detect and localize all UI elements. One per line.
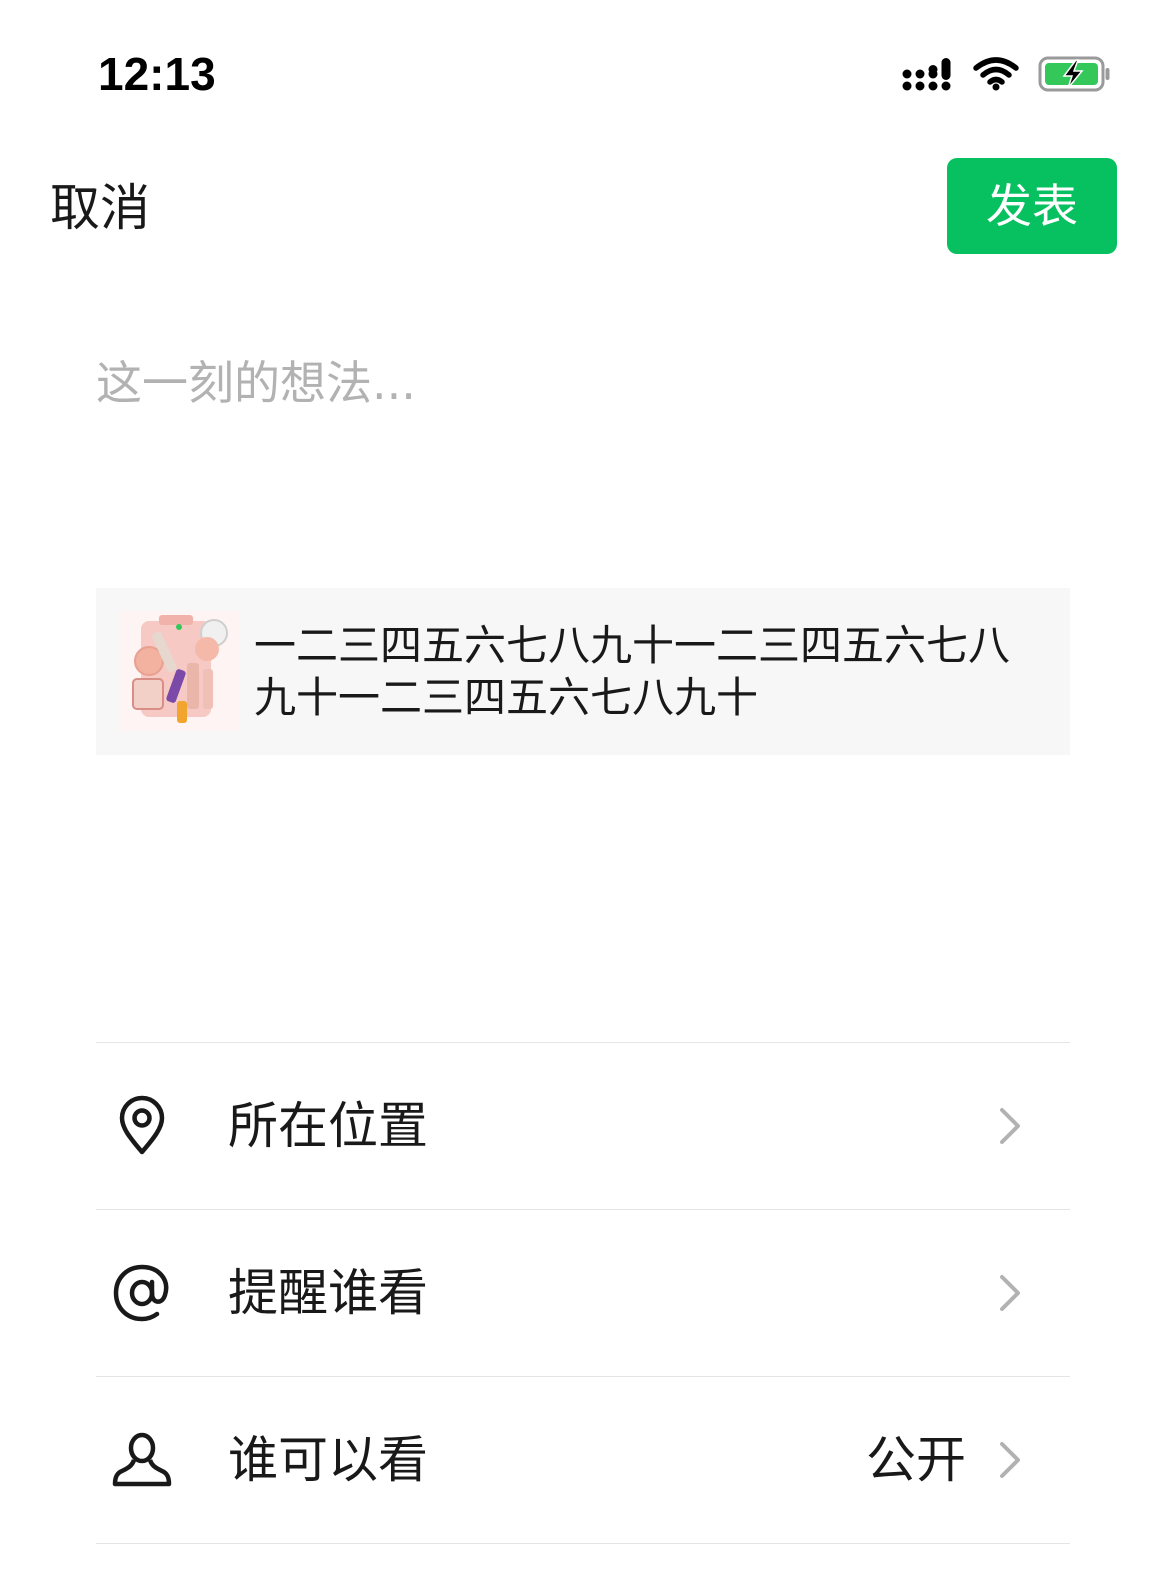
person-icon: [112, 1432, 172, 1487]
cosmetics-product-image: [119, 611, 239, 731]
option-mention-label: 提醒谁看: [228, 1264, 428, 1322]
status-icons: [902, 52, 1112, 96]
chevron-right-icon: [1000, 1108, 1020, 1144]
location-pin-icon: [119, 1095, 165, 1155]
chevron-right-icon: [1000, 1275, 1020, 1311]
at-sign-icon: [113, 1264, 169, 1322]
link-thumbnail: [119, 611, 239, 731]
option-visibility-label: 谁可以看: [228, 1431, 428, 1489]
status-bar: 12:13: [0, 0, 1170, 130]
options-list: 所在位置 提醒谁看 谁可以看 公开: [96, 1042, 1070, 1544]
option-mention[interactable]: 提醒谁看: [96, 1210, 1070, 1377]
status-time: 12:13: [98, 48, 216, 100]
option-visibility[interactable]: 谁可以看 公开: [96, 1377, 1070, 1544]
wifi-icon: [973, 57, 1019, 91]
moment-text-input[interactable]: [96, 348, 1066, 568]
publish-button[interactable]: 发表: [947, 158, 1117, 254]
option-location-label: 所在位置: [228, 1097, 428, 1155]
shared-link-card[interactable]: 一二三四五六七八九十一二三四五六七八九十一二三四五六七八九十: [96, 588, 1070, 755]
battery-charging-icon: [1038, 56, 1110, 92]
cancel-button[interactable]: 取消: [50, 176, 150, 240]
option-location[interactable]: 所在位置: [96, 1043, 1070, 1210]
option-visibility-value: 公开: [866, 1431, 966, 1489]
link-title: 一二三四五六七八九十一二三四五六七八九十一二三四五六七八九十: [254, 621, 1011, 722]
cellular-signal-icon: [902, 58, 951, 91]
chevron-right-icon: [1000, 1442, 1020, 1478]
